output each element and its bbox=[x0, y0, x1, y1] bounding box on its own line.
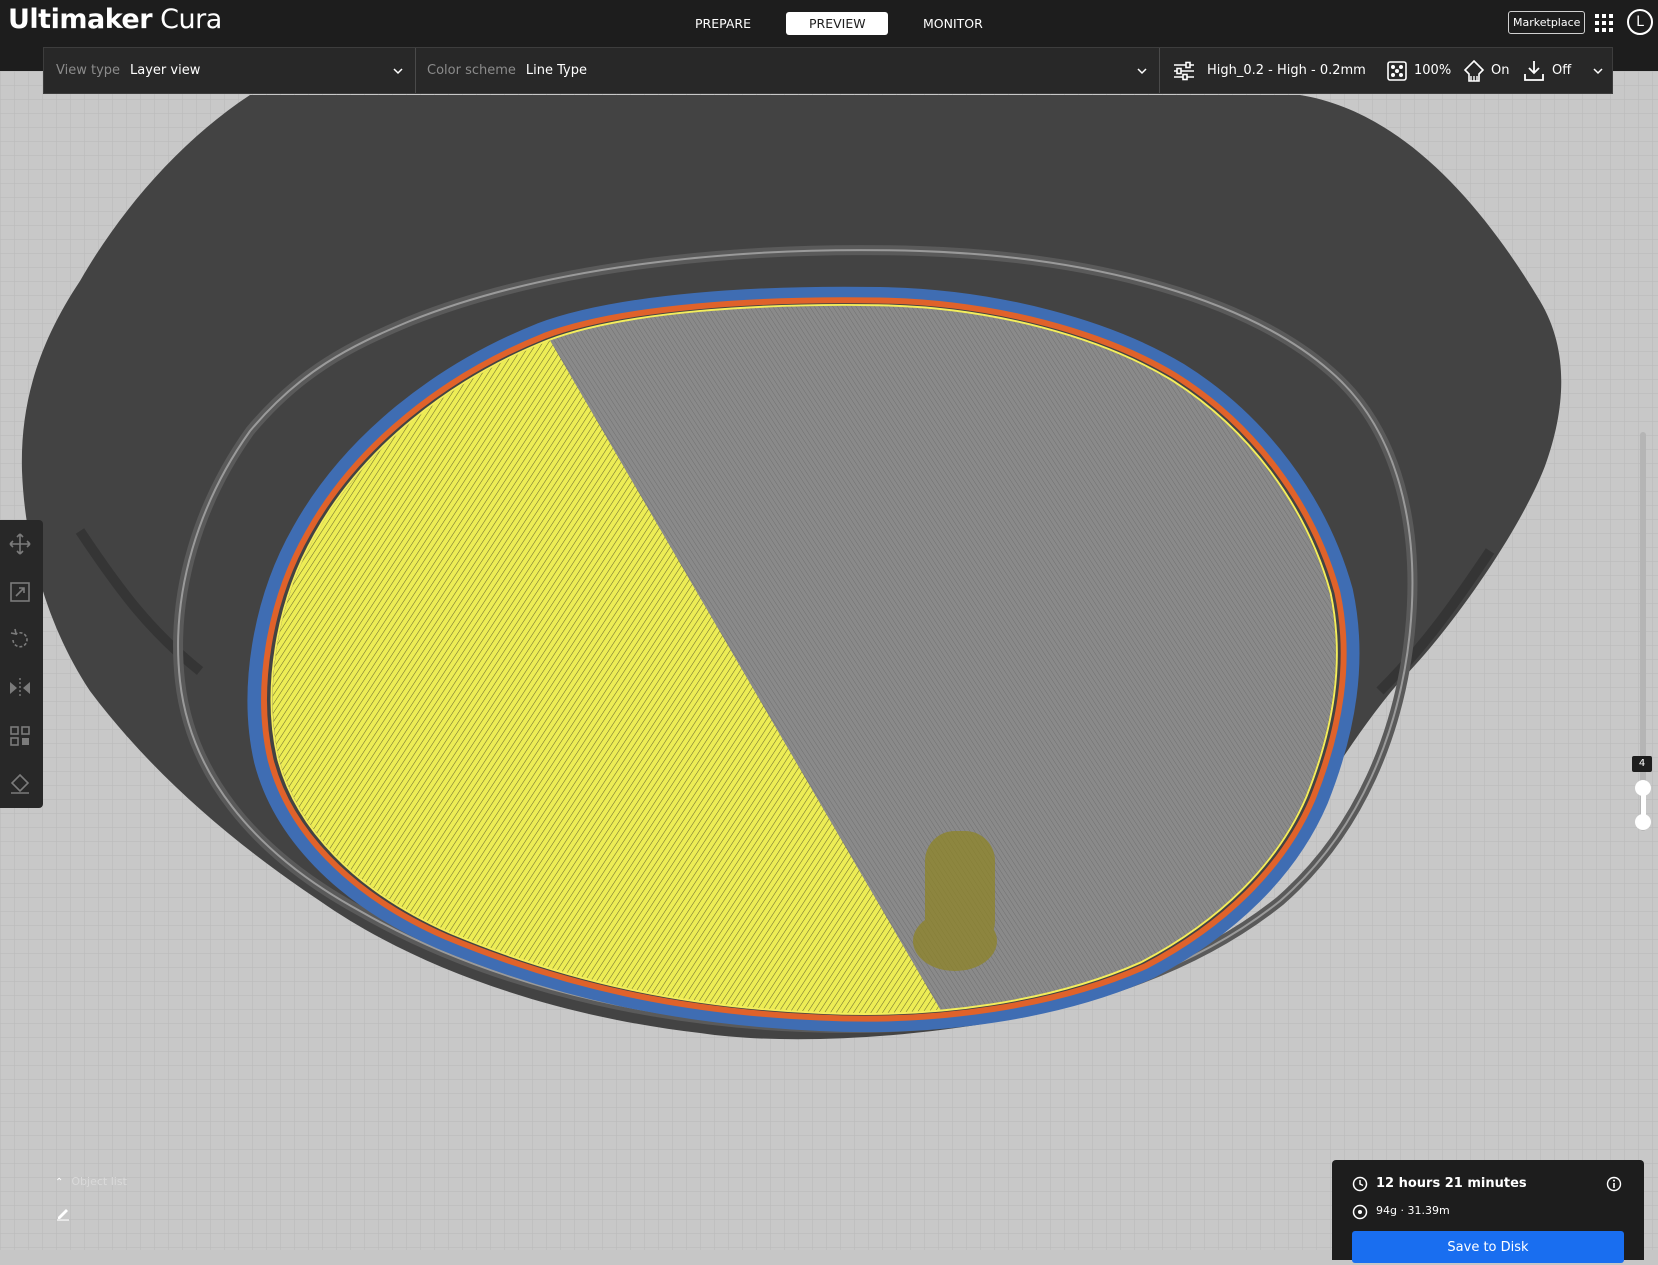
print-time: 12 hours 21 minutes bbox=[1376, 1176, 1527, 1191]
divider bbox=[415, 48, 416, 93]
adhesion-icon bbox=[1524, 61, 1544, 81]
chevron-up-icon: ⌃ bbox=[55, 1177, 64, 1188]
account-avatar[interactable]: L bbox=[1627, 9, 1653, 35]
view-type-label: View type bbox=[56, 63, 121, 78]
view-toolbar: View type Layer view Color scheme Line Typ… bbox=[43, 47, 1613, 94]
tab-monitor[interactable]: MONITOR bbox=[900, 12, 1006, 35]
color-scheme-selector[interactable]: Color scheme Line Type bbox=[427, 48, 587, 93]
color-scheme-value: Line Type bbox=[525, 63, 587, 78]
color-scheme-label: Color scheme bbox=[427, 63, 516, 78]
per-model-settings-icon[interactable] bbox=[8, 724, 32, 748]
lower-layer-handle[interactable] bbox=[1635, 814, 1651, 830]
profile-name[interactable]: High_0.2 - High - 0.2mm bbox=[1207, 48, 1366, 93]
object-list-label: Object list bbox=[71, 1175, 127, 1188]
support-icon bbox=[1463, 59, 1485, 82]
upper-layer-handle[interactable] bbox=[1635, 780, 1651, 796]
layer-view-viewport[interactable] bbox=[0, 71, 1658, 1250]
build-plate-scene bbox=[0, 71, 1658, 1250]
app-logo: Ultimaker Cura bbox=[8, 4, 222, 35]
object-list-toggle[interactable]: ⌃ Object list bbox=[55, 1175, 127, 1188]
info-icon[interactable] bbox=[1606, 1176, 1622, 1192]
move-icon[interactable] bbox=[8, 532, 32, 556]
tab-preview[interactable]: PREVIEW bbox=[786, 12, 888, 35]
scale-icon[interactable] bbox=[8, 580, 32, 604]
clock-icon bbox=[1352, 1176, 1368, 1192]
rotate-icon[interactable] bbox=[8, 628, 32, 652]
material-usage: 94g · 31.39m bbox=[1376, 1204, 1450, 1217]
stage-tabs: PREPARE PREVIEW MONITOR bbox=[672, 12, 1006, 35]
tab-prepare[interactable]: PREPARE bbox=[672, 12, 774, 35]
edit-pencil-icon[interactable] bbox=[55, 1205, 71, 1221]
adhesion-value[interactable]: Off bbox=[1552, 48, 1571, 93]
marketplace-button[interactable]: Marketplace bbox=[1508, 11, 1586, 34]
color-scheme-chevron-down-icon[interactable] bbox=[1136, 65, 1148, 77]
apps-grid-icon[interactable] bbox=[1594, 13, 1614, 33]
infill-value[interactable]: 100% bbox=[1414, 48, 1451, 93]
tool-panel bbox=[0, 520, 43, 808]
spool-icon bbox=[1352, 1204, 1368, 1220]
print-info-panel: 12 hours 21 minutes 94g · 31.39m Save to… bbox=[1332, 1160, 1644, 1263]
support-value[interactable]: On bbox=[1491, 48, 1509, 93]
view-type-value: Layer view bbox=[130, 63, 201, 78]
mirror-icon[interactable] bbox=[8, 676, 32, 700]
save-to-disk-button[interactable]: Save to Disk bbox=[1352, 1231, 1624, 1263]
divider bbox=[1159, 48, 1160, 93]
view-type-selector[interactable]: View type Layer view bbox=[56, 48, 200, 93]
infill-icon bbox=[1387, 61, 1407, 81]
current-layer-badge[interactable]: 4 bbox=[1632, 756, 1652, 772]
view-type-chevron-down-icon[interactable] bbox=[392, 65, 404, 77]
sliders-icon[interactable] bbox=[1172, 59, 1196, 83]
print-settings-chevron-down-icon[interactable] bbox=[1592, 65, 1604, 77]
support-blocker-icon[interactable] bbox=[8, 772, 32, 796]
